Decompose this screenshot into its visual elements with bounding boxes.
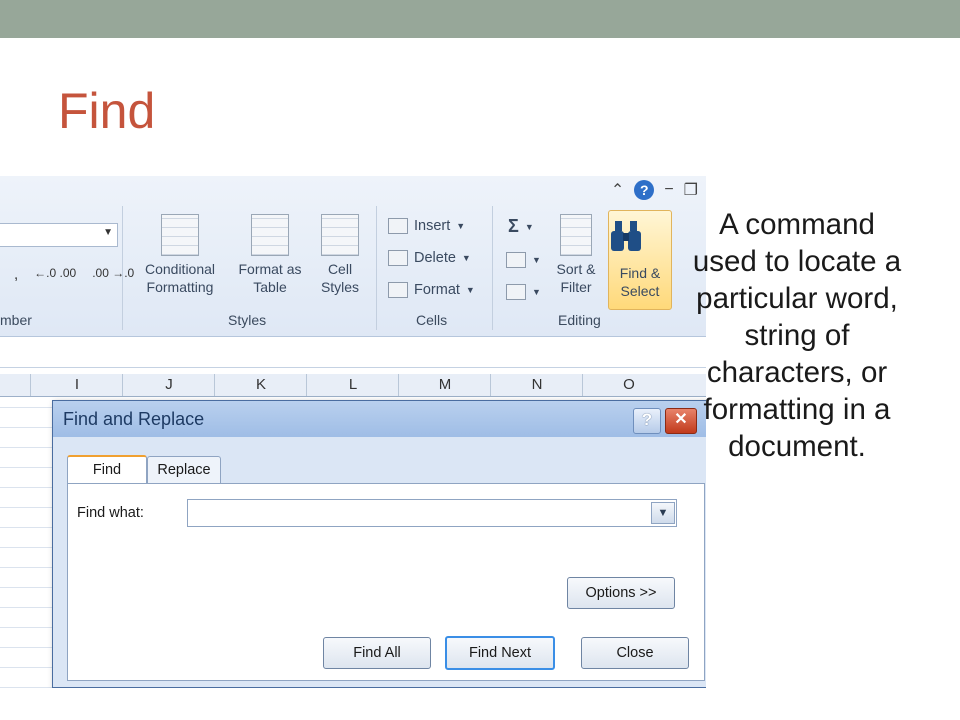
restore-window-icon[interactable]: ❐ <box>684 180 698 200</box>
fill-down-icon <box>506 252 526 268</box>
sum-icon: Σ <box>508 216 519 236</box>
cell-styles-button[interactable]: Cell Styles <box>310 214 370 296</box>
help-button[interactable]: ? <box>633 408 661 434</box>
slide-title: Find <box>58 83 156 139</box>
delete-label: Delete <box>414 250 456 266</box>
find-all-button[interactable]: Find All <box>323 637 431 669</box>
find-what-label: Find what: <box>77 505 144 521</box>
sort-filter-label: Sort & Filter <box>556 261 596 295</box>
tab-find[interactable]: Find <box>67 455 147 485</box>
cell-styles-icon <box>321 214 359 256</box>
number-format-dropdown[interactable]: ▼ <box>0 223 118 247</box>
minimize-window-icon[interactable]: − <box>664 181 673 199</box>
column-header[interactable]: M <box>398 374 491 396</box>
sort-filter-button[interactable]: Sort & Filter <box>548 214 604 296</box>
cells-group-label: Cells <box>416 312 448 328</box>
find-select-button[interactable]: Find & Select <box>608 210 672 310</box>
sort-filter-icon <box>560 214 592 256</box>
find-next-button[interactable]: Find Next <box>445 636 555 670</box>
chevron-down-icon: ▼ <box>103 227 113 238</box>
divider <box>492 206 493 330</box>
column-header[interactable]: N <box>490 374 583 396</box>
insert-label: Insert <box>414 218 451 234</box>
close-button[interactable]: Close <box>581 637 689 669</box>
insert-button[interactable]: Insert ▼ <box>388 218 465 234</box>
format-icon <box>388 282 408 298</box>
column-header[interactable]: K <box>214 374 307 396</box>
autosum-button[interactable]: Σ ▼ <box>508 216 534 237</box>
slide-description: A command used to locate a particular wo… <box>692 208 902 463</box>
find-select-label: Find & Select <box>619 265 661 299</box>
insert-icon <box>388 218 408 234</box>
formula-bar[interactable] <box>0 341 706 368</box>
fill-button[interactable]: ▼ <box>506 252 541 268</box>
dialog-title: Find and Replace <box>63 409 205 429</box>
minimize-ribbon-icon[interactable]: ⌃ <box>611 180 624 200</box>
delete-button[interactable]: Delete ▼ <box>388 250 471 266</box>
column-header[interactable]: J <box>122 374 215 396</box>
increase-decimal-button[interactable]: ←.0 .00 <box>34 266 76 283</box>
format-button[interactable]: Format ▼ <box>388 282 475 298</box>
column-header[interactable]: L <box>306 374 399 396</box>
options-button[interactable]: Options >> <box>567 577 675 609</box>
conditional-formatting-button[interactable]: Conditional Formatting <box>130 214 230 296</box>
clear-button[interactable]: ▼ <box>506 284 541 300</box>
dialog-titlebar[interactable]: Find and Replace ? ✕ <box>53 401 706 437</box>
ribbon: ⌃ ? − ❐ ▼ , ←.0 .00 .00 →.0 mber Conditi… <box>0 176 706 337</box>
format-as-table-label: Format as Table <box>238 261 302 295</box>
format-as-table-button[interactable]: Format as Table <box>232 214 308 296</box>
tab-replace[interactable]: Replace <box>147 456 221 483</box>
find-replace-dialog: Find and Replace ? ✕ Find Replace Find w… <box>52 400 706 688</box>
column-header[interactable]: I <box>30 374 123 396</box>
eraser-icon <box>506 284 526 300</box>
comma-style-button[interactable]: , <box>14 266 18 283</box>
format-label: Format <box>414 282 460 298</box>
decrease-decimal-button[interactable]: .00 →.0 <box>92 266 134 283</box>
window-controls: ⌃ ? − ❐ <box>611 180 698 200</box>
column-header[interactable]: O <box>582 374 675 396</box>
top-accent-bar <box>0 0 960 38</box>
column-headers: I J K L M N O <box>0 374 706 397</box>
editing-group-label: Editing <box>558 312 601 328</box>
find-what-input[interactable] <box>187 499 677 527</box>
cell-styles-label: Cell Styles <box>320 261 360 295</box>
delete-icon <box>388 250 408 266</box>
divider <box>122 206 123 330</box>
help-icon[interactable]: ? <box>634 180 655 200</box>
conditional-formatting-label: Conditional Formatting <box>144 261 216 295</box>
chevron-down-icon[interactable]: ▼ <box>651 502 675 524</box>
binoculars-icon <box>611 221 641 251</box>
styles-group-label: Styles <box>228 312 267 328</box>
number-group-label: mber <box>0 312 32 328</box>
conditional-formatting-icon <box>161 214 199 256</box>
excel-screenshot: ⌃ ? − ❐ ▼ , ←.0 .00 .00 →.0 mber Conditi… <box>0 176 706 688</box>
divider <box>376 206 377 330</box>
format-as-table-icon <box>251 214 289 256</box>
number-format-buttons: , ←.0 .00 .00 →.0 <box>14 266 134 283</box>
